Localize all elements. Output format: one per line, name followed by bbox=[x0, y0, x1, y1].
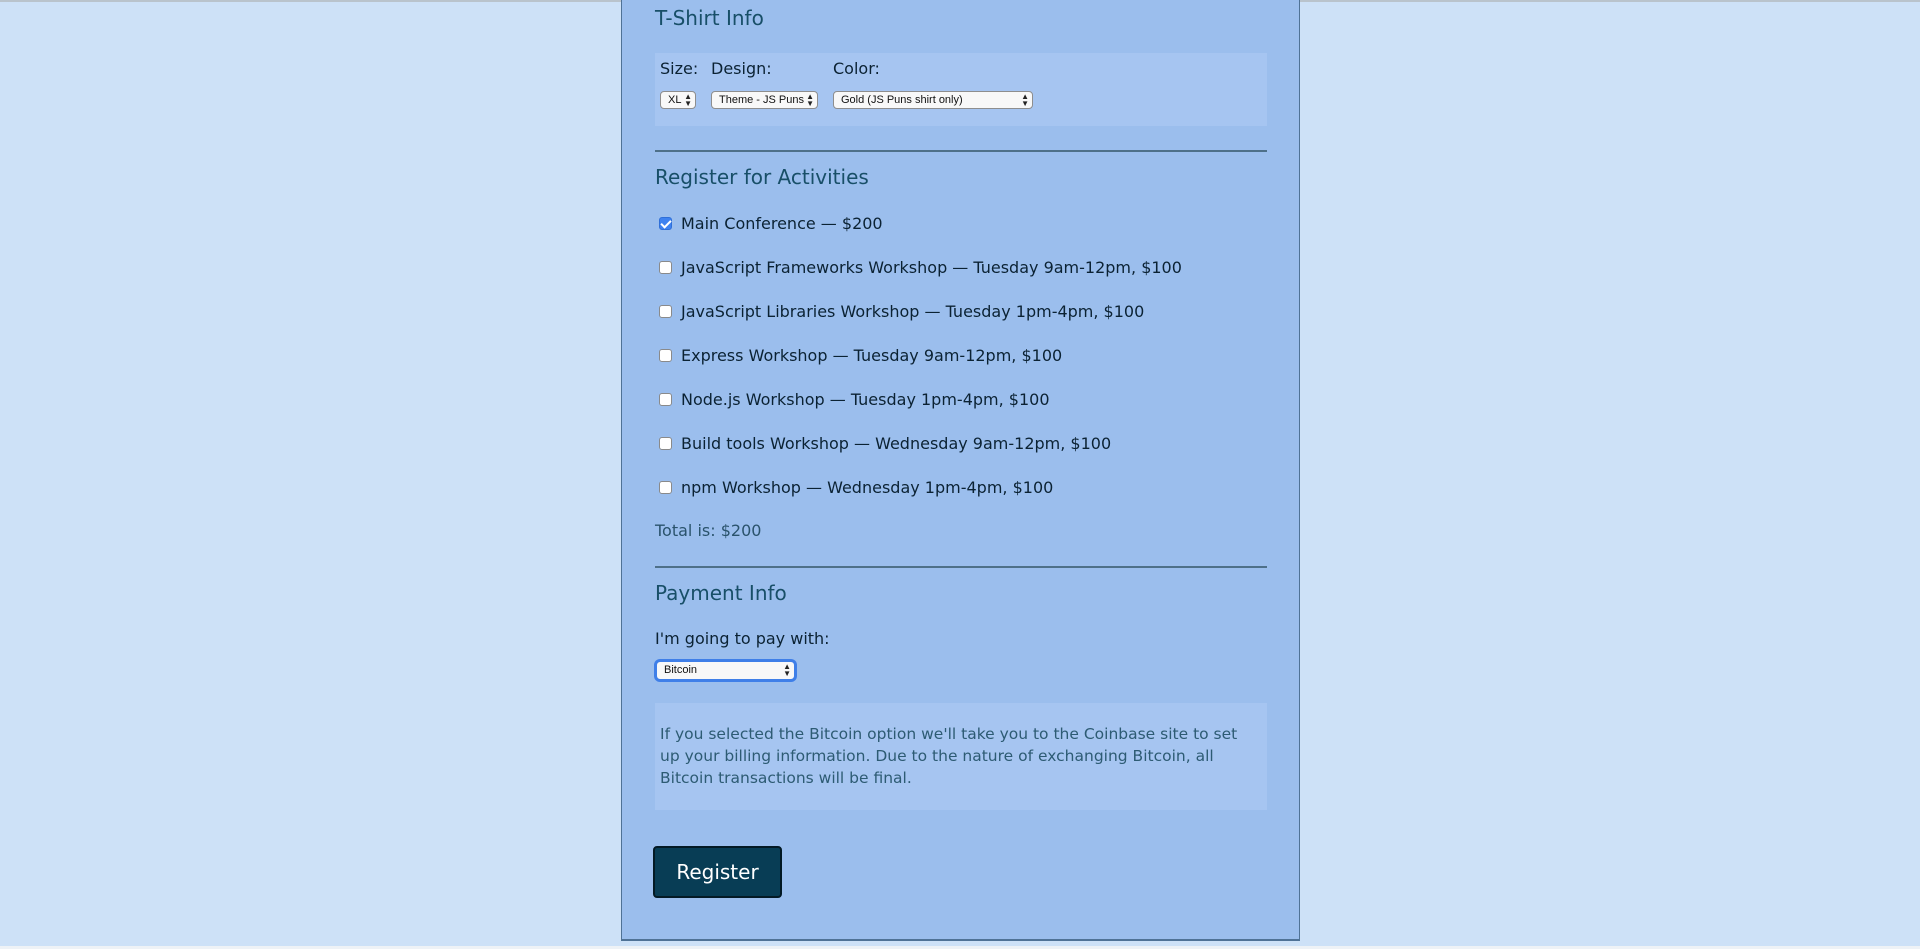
size-label: Size: bbox=[660, 59, 699, 78]
payment-select-value: Bitcoin bbox=[664, 664, 698, 676]
activity-label: JavaScript Libraries Workshop — Tuesday … bbox=[681, 301, 1145, 321]
activity-checkbox-3[interactable] bbox=[659, 348, 672, 362]
bitcoin-info-text: If you selected the Bitcoin option we'll… bbox=[660, 725, 1238, 787]
tshirt-options: Size: Design: Color: XL ▲ ▼ Theme - JS Pu… bbox=[655, 53, 1267, 126]
activity-item-npm[interactable]: npm Workshop — Wednesday 1pm-4pm, $100 bbox=[659, 477, 1053, 497]
activity-item-nodejs[interactable]: Node.js Workshop — Tuesday 1pm-4pm, $100 bbox=[659, 389, 1050, 409]
activity-checkbox-0[interactable] bbox=[659, 216, 672, 230]
payment-method-select[interactable]: Bitcoin ▲ ▼ bbox=[656, 661, 795, 680]
design-select-value: Theme - JS Puns bbox=[719, 94, 804, 106]
register-button[interactable]: Register bbox=[653, 846, 782, 898]
payment-method-label: I'm going to pay with: bbox=[655, 629, 830, 648]
activity-checkbox-5[interactable] bbox=[659, 436, 672, 450]
design-label: Design: bbox=[711, 59, 772, 78]
activity-item-main-conference[interactable]: Main Conference — $200 bbox=[659, 213, 883, 233]
tshirt-legend: T-Shirt Info bbox=[655, 6, 764, 30]
activity-item-js-libraries[interactable]: JavaScript Libraries Workshop — Tuesday … bbox=[659, 301, 1144, 321]
select-arrows-icon: ▲ ▼ bbox=[1021, 92, 1029, 108]
select-arrows-icon: ▲ ▼ bbox=[806, 92, 814, 108]
section-divider bbox=[655, 150, 1267, 152]
color-select-value: Gold (JS Puns shirt only) bbox=[841, 94, 963, 106]
design-select[interactable]: Theme - JS Puns ▲ ▼ bbox=[711, 91, 818, 109]
activities-total: Total is: $200 bbox=[655, 521, 762, 540]
section-divider bbox=[655, 566, 1267, 568]
color-select[interactable]: Gold (JS Puns shirt only) ▲ ▼ bbox=[833, 91, 1033, 109]
activity-label: Main Conference — $200 bbox=[681, 213, 883, 233]
payment-legend: Payment Info bbox=[655, 581, 787, 605]
activity-item-js-frameworks[interactable]: JavaScript Frameworks Workshop — Tuesday… bbox=[659, 257, 1182, 277]
size-select[interactable]: XL ▲ ▼ bbox=[660, 91, 696, 109]
activity-label: Node.js Workshop — Tuesday 1pm-4pm, $100 bbox=[681, 389, 1050, 409]
activity-label: JavaScript Frameworks Workshop — Tuesday… bbox=[681, 257, 1182, 277]
select-arrows-icon: ▲ ▼ bbox=[783, 662, 791, 678]
activity-item-express[interactable]: Express Workshop — Tuesday 9am-12pm, $10… bbox=[659, 345, 1062, 365]
color-label: Color: bbox=[833, 59, 880, 78]
bitcoin-info-box: If you selected the Bitcoin option we'll… bbox=[655, 703, 1267, 810]
size-select-value: XL bbox=[668, 94, 682, 106]
registration-form: T-Shirt Info Size: Design: Color: XL ▲ ▼ … bbox=[621, 0, 1300, 941]
activity-checkbox-2[interactable] bbox=[659, 304, 672, 318]
activity-item-build-tools[interactable]: Build tools Workshop — Wednesday 9am-12p… bbox=[659, 433, 1111, 453]
activity-label: Express Workshop — Tuesday 9am-12pm, $10… bbox=[681, 345, 1063, 365]
activity-checkbox-4[interactable] bbox=[659, 392, 672, 406]
activity-label: npm Workshop — Wednesday 1pm-4pm, $100 bbox=[681, 477, 1054, 497]
activity-checkbox-6[interactable] bbox=[659, 480, 672, 494]
activity-checkbox-1[interactable] bbox=[659, 260, 672, 274]
select-arrows-icon: ▲ ▼ bbox=[684, 92, 692, 108]
activity-label: Build tools Workshop — Wednesday 9am-12p… bbox=[681, 433, 1112, 453]
activities-legend: Register for Activities bbox=[655, 165, 869, 189]
